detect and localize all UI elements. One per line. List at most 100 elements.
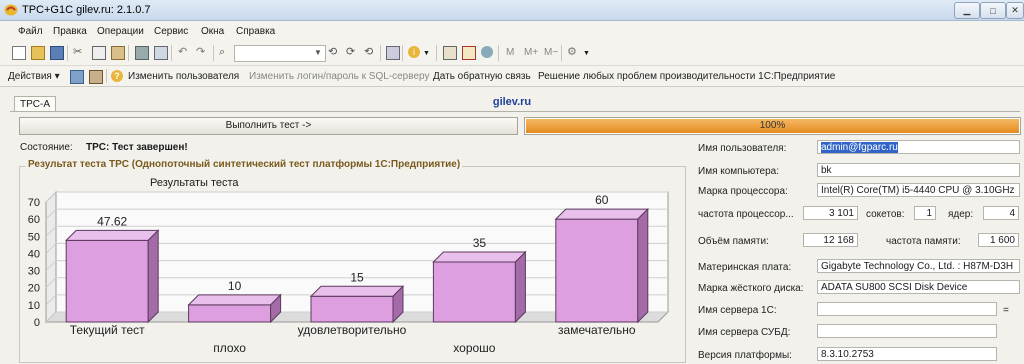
undo-icon[interactable]: ↶ (178, 46, 190, 58)
memory-label: Объём памяти: (698, 236, 769, 247)
minimize-button[interactable]: ▁ (954, 2, 980, 19)
users-icon[interactable] (481, 46, 493, 58)
search-icon[interactable]: ⌕ (219, 46, 231, 58)
print-preview-icon[interactable] (154, 46, 168, 60)
search-dropdown-icon[interactable]: ▼ (314, 48, 322, 57)
menu-edit[interactable]: Правка (53, 26, 87, 37)
toolbar-separator (67, 45, 68, 61)
save-icon[interactable] (50, 46, 64, 60)
close-button[interactable]: ✕ (1006, 2, 1024, 19)
change-login-link[interactable]: Изменить логин/пароль к SQL-серверу (249, 71, 429, 82)
dbms-server-label: Имя сервера СУБД: (698, 327, 791, 338)
bar-top (309, 285, 405, 297)
status-label: Состояние: (20, 142, 73, 153)
bar-value-label: 35 (473, 236, 487, 250)
cpu-field[interactable]: Intel(R) Core(TM) i5-4440 CPU @ 3.10GHz (817, 183, 1020, 197)
toolbar-separator (402, 45, 403, 61)
computer-label: Имя компьютера: (698, 166, 780, 177)
actions-menu[interactable]: Действия ▾ (8, 71, 60, 82)
sockets-field[interactable]: 1 (914, 206, 936, 220)
y-tick-label: 60 (28, 214, 40, 226)
title-bar (0, 0, 1024, 21)
menu-service[interactable]: Сервис (154, 26, 188, 37)
disk-field[interactable]: ADATA SU800 SCSI Disk Device (817, 280, 1020, 294)
solution-link[interactable]: Решение любых проблем производительности… (538, 71, 835, 82)
settings-dropdown-icon[interactable]: ▼ (583, 50, 590, 57)
dbms-server-field[interactable] (817, 324, 997, 338)
x-category-label: замечательно (558, 323, 636, 337)
toolbar-separator (561, 45, 562, 61)
y-tick-label: 70 (28, 197, 40, 209)
computer-field[interactable]: bk (817, 163, 1020, 177)
wrench-icon[interactable]: ⚙ (567, 46, 579, 58)
platform-version-field[interactable]: 8.3.10.2753 (817, 347, 997, 361)
windows-icon[interactable] (386, 46, 400, 60)
results-group-title: Результат теста TPC (Однопоточный синтет… (26, 159, 463, 170)
bar-value-label: 10 (228, 279, 242, 293)
tab-divider (10, 111, 1020, 112)
bar-top (187, 294, 282, 306)
change-user-link[interactable]: Изменить пользователя (128, 71, 239, 82)
x-category-label: удовлетворительно (298, 323, 407, 337)
new-document-icon[interactable] (12, 46, 26, 60)
menu-operations[interactable]: Операции (97, 26, 144, 37)
maximize-button[interactable]: □ (980, 2, 1006, 19)
bar-value-label: 47.62 (97, 214, 127, 228)
toolbar-separator (436, 45, 437, 61)
redo-icon[interactable]: ↷ (196, 46, 208, 58)
menu-help[interactable]: Справка (236, 26, 275, 37)
menu-windows[interactable]: Окна (201, 26, 224, 37)
bar (65, 239, 149, 323)
user-icon[interactable] (89, 70, 103, 84)
calculator-icon[interactable] (443, 46, 457, 60)
results-chart: 0 10 20 30 40 50 60 70 47.62 Текущий тест 10 плохо 1… (28, 190, 670, 355)
server-1c-field[interactable] (817, 302, 997, 316)
toolbar-separator (498, 45, 499, 61)
disk-label: Марка жёсткого диска: (698, 283, 804, 294)
refresh-icon[interactable] (70, 70, 84, 84)
search-input[interactable] (234, 45, 326, 62)
bar-side (147, 229, 159, 324)
y-tick-label: 0 (34, 317, 40, 329)
bar (310, 295, 394, 323)
memory-m-icon[interactable]: M (506, 47, 514, 58)
info-dropdown-icon[interactable]: ▼ (423, 50, 430, 57)
platform-version-label: Версия платформы: (698, 350, 792, 361)
cpu-frequency-field[interactable]: 3 101 (803, 206, 858, 220)
print-icon[interactable] (135, 46, 149, 60)
calendar-icon[interactable] (462, 46, 476, 60)
bar (555, 218, 639, 323)
user-label: Имя пользователя: (698, 143, 787, 154)
memory-field[interactable]: 12 168 (803, 233, 858, 247)
memory-frequency-field[interactable]: 1 600 (978, 233, 1019, 247)
paste-icon[interactable] (111, 46, 125, 60)
site-label: gilev.ru (492, 96, 532, 108)
motherboard-field[interactable]: Gigabyte Technology Co., Ltd. : H87M-D3H (817, 259, 1020, 273)
help-icon[interactable]: ? (111, 70, 123, 82)
copy-icon[interactable] (92, 46, 106, 60)
memory-mminus-icon[interactable]: M− (544, 47, 558, 58)
open-folder-icon[interactable] (31, 46, 45, 60)
server-1c-label: Имя сервера 1С: (698, 305, 777, 316)
memory-frequency-label: частота памяти: (886, 236, 961, 247)
toolbar-separator (106, 69, 107, 83)
user-field[interactable]: admin@fgparc.ru (817, 140, 1020, 154)
find-next-icon[interactable]: ⟲ (328, 46, 340, 58)
find-icon[interactable]: ⟲ (364, 46, 376, 58)
x-category-label: плохо (213, 341, 246, 355)
run-test-button[interactable]: Выполнить тест -> (19, 117, 518, 135)
progress-bar: 100% (524, 117, 1021, 135)
info-icon[interactable]: i (408, 46, 420, 58)
menu-file[interactable]: Файл (18, 26, 43, 37)
memory-mplus-icon[interactable]: M+ (524, 47, 538, 58)
cut-icon[interactable]: ✂ (73, 46, 85, 58)
cores-field[interactable]: 4 (983, 206, 1019, 220)
y-tick-label: 20 (28, 283, 40, 295)
find-previous-icon[interactable]: ⟳ (346, 46, 358, 58)
bar (432, 261, 516, 323)
motherboard-label: Материнская плата: (698, 262, 792, 273)
user-value: admin@fgparc.ru (821, 142, 898, 153)
chart-left-wall (45, 190, 57, 324)
feedback-link[interactable]: Дать обратную связь (433, 71, 531, 82)
bar-top (64, 229, 160, 241)
